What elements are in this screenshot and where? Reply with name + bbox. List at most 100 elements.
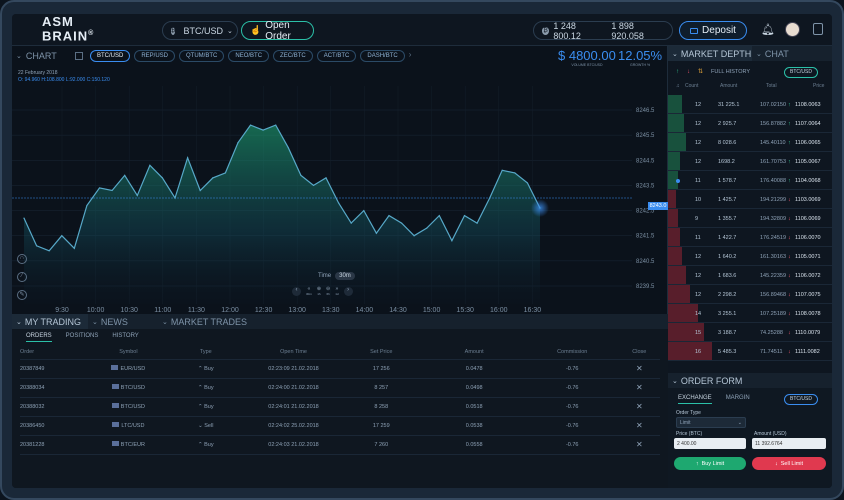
buy-limit-button[interactable]: ↑ Buy Limit [674,457,746,470]
close-icon[interactable]: ✕ [618,416,660,436]
arrow-up-icon[interactable]: ↑ [676,69,679,75]
tab-chat[interactable]: ⌄ CHAT [752,46,832,61]
open-time: 02:24:00 21.02.2018 [247,378,340,398]
depth-row[interactable]: 14 3 255.1 107.25189 ↓ 1108.0078 [668,304,832,323]
depth-amount: 1698.2 [718,158,735,165]
close-icon[interactable]: ✕ [618,359,660,379]
table-row[interactable]: 20388032 BTC/USD ⌃ Buy 02:24:01 21.02.2018 8… [20,397,660,417]
depth-pair-badge[interactable]: BTC/USD [784,67,818,78]
pair-selector[interactable]: ₿ BTC/USD ⌄ [162,21,238,40]
depth-row[interactable]: 12 8 028.6 145.40110 ↑ 1106.0065 [668,133,832,152]
close-icon[interactable]: ✕ [618,397,660,417]
logo-mark: ® [88,30,95,38]
order-type-select[interactable]: Limit ⌄ [676,417,746,428]
depth-count: 11 [695,177,701,184]
panel-market-trades[interactable]: ⌄ MARKET TRADES [158,314,358,329]
sort-icon[interactable]: ⇅ [698,68,703,75]
order-id: 20386450 [20,416,93,436]
table-row[interactable]: 20388034 BTC/USD ⌃ Buy 02:24:00 21.02.2018 8… [20,378,660,398]
balance-usd: 1 898 920.058 [611,20,644,41]
depth-rows: 12 31 225.1 107.02150 ↑ 1108.0063 12 2 925.7 15… [668,95,832,365]
depth-total: 176.24519 [760,234,786,241]
open-time: 02:24:01 21.02.2018 [247,397,340,417]
symbol-cell: EUR/USD [92,359,165,379]
depth-row[interactable]: 12 1 640.2 161.30163 ↓ 1105.0071 [668,247,832,266]
tab-margin[interactable]: MARGIN [726,395,750,404]
depth-row[interactable]: 12 1 683.6 145.22359 ↓ 1106.0072 [668,266,832,285]
chevron-down-icon[interactable]: ⌄ [672,377,678,385]
depth-bar [668,285,690,304]
table-row[interactable]: 20386450 LTC/USD ⌄ Sell 02:24:02 25.02.2018… [20,416,660,436]
data-point [526,182,529,184]
panel-news-label: NEWS [100,316,128,327]
depth-row[interactable]: 12 2 298.2 156.89468 ↓ 1107.0075 [668,285,832,304]
column-header: Symbol [92,345,165,360]
x-tick-label: 14:30 [389,307,407,314]
time-value[interactable]: 30m [335,272,355,280]
line-tool-icon[interactable]: ⁄ [17,272,27,282]
depth-row[interactable]: 16 5 485.3 71.74511 ↓ 1111.0082 [668,342,832,361]
magnet-icon[interactable]: ∩ [17,254,27,264]
full-history-button[interactable]: FULL HISTORY [711,69,750,75]
y-tick-label: 8243.5 [636,183,655,189]
tab-orders[interactable]: ORDERS [26,333,52,342]
depth-row[interactable]: 12 31 225.1 107.02150 ↑ 1108.0063 [668,95,832,114]
data-point [199,189,201,192]
panel-news[interactable]: ⌄ NEWS [88,314,158,329]
bell-icon[interactable]: 🔔︎ [761,23,775,36]
amount: 0.0558 [422,435,526,455]
zoom-step[interactable]: » 1d [335,286,338,296]
zoom-step[interactable]: ⊖ 6h [326,286,330,296]
data-point [539,207,541,209]
panel-my-trading[interactable]: ⌄ MY TRADING [12,314,88,329]
amount: 0.0518 [422,397,526,417]
set-price: 17 256 [339,359,423,379]
zoom-step[interactable]: «30m [306,286,312,296]
deposit-button[interactable]: Deposit [679,21,747,40]
logout-icon[interactable] [813,23,823,35]
buy-limit-label: Buy Limit [701,460,725,467]
chevron-right-icon[interactable]: › [343,286,353,296]
depth-count: 9 [695,215,699,222]
zoom-step[interactable]: ⊕ 1h [317,286,321,296]
depth-row[interactable]: 12 2 925.7 156.87882 ↑ 1107.0064 [668,114,832,133]
tab-history[interactable]: HISTORY [112,333,138,342]
open-order-button[interactable]: ☝ Open Order [241,19,314,42]
depth-row[interactable]: 11 1 578.7 176.40088 ↑ 1104.0068 [668,171,832,190]
close-icon[interactable]: ✕ [618,435,660,455]
depth-row[interactable]: 9 1 355.7 194.32809 ↓ 1106.0069 [668,209,832,228]
tab-exchange[interactable]: EXCHANGE [678,395,712,404]
depth-total: 107.25189 [760,310,786,317]
type-cell: ⌄ Sell [164,416,248,436]
data-point [489,197,491,199]
tab-market-depth[interactable]: ⌄ MARKET DEPTH [668,46,752,61]
x-tick-label: 10:30 [120,307,138,314]
arrow-down-icon[interactable]: ↓ [687,69,690,75]
arrow-down-icon: ↓ [788,253,791,260]
price-input[interactable]: 2 400.00 [674,438,746,449]
depth-row[interactable]: 12 1698.2 161.70753 ↑ 1105.0067 [668,152,832,171]
close-icon[interactable]: ✕ [618,378,660,398]
depth-total: 161.70753 [760,158,786,165]
arrow-down-icon: ↓ [788,310,791,317]
data-point [111,189,113,192]
brush-icon[interactable]: ✎ [17,290,27,300]
table-row[interactable]: 20387849 EUR/USD ⌃ Buy 02:23:09 21.02.2018 1… [20,359,660,379]
depth-row[interactable]: 11 1 422.7 176.24519 ↓ 1106.0070 [668,228,832,247]
sell-limit-button[interactable]: ↓ Sell Limit [752,457,826,470]
chevron-left-icon[interactable]: ‹ [292,286,301,296]
depth-count: 16 [695,348,702,355]
depth-row[interactable]: 10 1 425.7 194.21299 ↓ 1103.0069 [668,190,832,209]
avatar[interactable] [785,22,800,37]
open-order-label: Open Order [265,19,291,42]
tab-positions[interactable]: POSITIONS [66,333,99,342]
amount-input[interactable]: 11 392.6764 [752,438,826,449]
data-point [463,215,466,217]
order-pair-badge[interactable]: BTC/USD [784,394,818,405]
table-row[interactable]: 20381228 BTC/EUR ⌃ Buy 02:24:03 21.02.2018 7… [20,435,660,455]
data-point [426,227,428,229]
type-text: Buy [204,384,214,391]
depth-price: 1103.0069 [795,196,821,203]
depth-row[interactable]: 15 3 188.7 74.25288 ↓ 1110.0079 [668,323,832,342]
column-header: Total [766,83,777,89]
